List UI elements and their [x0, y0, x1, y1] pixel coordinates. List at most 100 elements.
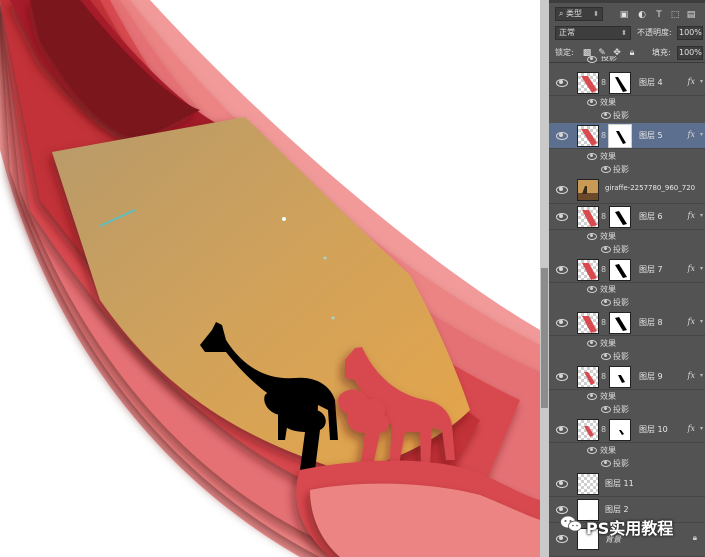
layer-name[interactable]: giraffe-2257780_960_720 [605, 184, 695, 192]
layer-row-4[interactable]: 8 图层 4 fx ▾ [549, 70, 705, 96]
eye-icon[interactable] [601, 166, 611, 173]
eye-icon[interactable] [587, 233, 597, 240]
layer-row-giraffe-image[interactable]: giraffe-2257780_960_720 [549, 177, 705, 204]
layer-mask-thumbnail[interactable] [609, 419, 631, 441]
image-filter-icon[interactable]: ▣ [619, 10, 629, 20]
eye-icon[interactable] [556, 78, 568, 87]
fx-icon[interactable]: fx [688, 130, 695, 139]
chevron-down-icon[interactable]: ▾ [700, 265, 703, 272]
filter-kind-label: 类型 [566, 9, 583, 18]
layer-name[interactable]: 图层 8 [639, 317, 663, 328]
layer-row-5[interactable]: 8 图层 5 fx ▾ [549, 123, 705, 149]
opacity-input[interactable]: 100% [677, 26, 703, 40]
eye-icon[interactable] [587, 286, 597, 293]
adjustment-filter-icon[interactable]: ◐ [637, 10, 647, 20]
eye-icon[interactable] [556, 131, 568, 140]
eye-icon[interactable] [587, 447, 597, 454]
fx-icon[interactable]: fx [688, 77, 695, 86]
eye-icon[interactable] [601, 246, 611, 253]
layer-mask-thumbnail[interactable] [609, 206, 631, 228]
layer-mask-thumbnail[interactable] [608, 124, 632, 148]
chevron-down-icon[interactable]: ▾ [700, 212, 703, 219]
effect-row[interactable]: 投影 [549, 109, 705, 122]
chevron-down-icon[interactable]: ▾ [700, 131, 703, 138]
eye-icon[interactable] [556, 425, 568, 434]
link-icon[interactable]: 8 [601, 78, 606, 87]
text-filter-icon[interactable]: T [654, 10, 664, 20]
fx-icon[interactable]: fx [688, 211, 695, 220]
effect-row[interactable]: 投影 [549, 403, 705, 416]
layer-mask-thumbnail[interactable] [609, 72, 631, 94]
layer-mask-thumbnail[interactable] [609, 259, 631, 281]
layer-name[interactable]: 图层 6 [639, 211, 663, 222]
eye-icon[interactable] [556, 479, 568, 488]
layer-thumbnail [577, 473, 599, 495]
eye-icon[interactable] [587, 56, 597, 63]
effects-row[interactable]: 效果 [549, 283, 705, 296]
eye-icon[interactable] [601, 406, 611, 413]
eye-icon[interactable] [601, 460, 611, 467]
eye-icon[interactable] [601, 299, 611, 306]
effect-label: 投影 [613, 165, 629, 174]
chevron-down-icon[interactable]: ▾ [700, 318, 703, 325]
effect-row[interactable]: 投影 [549, 163, 705, 176]
blend-mode-value: 正常 [559, 28, 575, 37]
scrollbar-thumb[interactable] [541, 268, 548, 408]
layer-name[interactable]: 图层 4 [639, 77, 663, 88]
effect-row[interactable]: 投影 [549, 243, 705, 256]
eye-icon[interactable] [587, 340, 597, 347]
canvas-scrollbar[interactable] [540, 0, 549, 557]
effects-row[interactable]: 效果 [549, 96, 705, 109]
chevron-down-icon[interactable]: ▾ [700, 372, 703, 379]
effects-row[interactable]: 效果 [549, 444, 705, 457]
fx-icon[interactable]: fx [688, 424, 695, 433]
effect-row-partial[interactable]: 投影 [549, 56, 705, 65]
effects-row[interactable]: 效果 [549, 390, 705, 403]
effect-row[interactable]: 投影 [549, 457, 705, 470]
layer-name[interactable]: 图层 9 [639, 371, 663, 382]
fx-icon[interactable]: fx [688, 371, 695, 380]
document-canvas[interactable] [0, 0, 540, 557]
layer-name[interactable]: 图层 10 [639, 424, 668, 435]
fx-icon[interactable]: fx [688, 264, 695, 273]
link-icon[interactable]: 8 [601, 212, 606, 221]
eye-icon[interactable] [556, 372, 568, 381]
layer-row-7[interactable]: 8 图层 7 fx ▾ [549, 257, 705, 283]
eye-icon[interactable] [556, 265, 568, 274]
layer-row-8[interactable]: 8 图层 8 fx ▾ [549, 310, 705, 336]
layer-row-9[interactable]: 8 图层 9 fx ▾ [549, 364, 705, 390]
eye-icon[interactable] [556, 212, 568, 221]
link-icon[interactable]: 8 [601, 372, 606, 381]
layer-row-11[interactable]: 图层 11 [549, 471, 705, 497]
filter-kind-dropdown[interactable]: ⌕ 类型 ⬍ [555, 7, 603, 21]
eye-icon[interactable] [587, 153, 597, 160]
layer-mask-thumbnail[interactable] [609, 312, 631, 334]
layer-row-6[interactable]: 8 图层 6 fx ▾ [549, 204, 705, 230]
effects-row[interactable]: 效果 [549, 337, 705, 350]
effects-row[interactable]: 效果 [549, 150, 705, 163]
shape-filter-icon[interactable]: ⬚ [670, 10, 680, 20]
link-icon[interactable]: 8 [601, 425, 606, 434]
effect-row[interactable]: 投影 [549, 296, 705, 309]
eye-icon[interactable] [587, 99, 597, 106]
layer-mask-thumbnail[interactable] [609, 366, 631, 388]
chevron-down-icon[interactable]: ▾ [700, 425, 703, 432]
link-icon[interactable]: 8 [601, 318, 606, 327]
layer-name[interactable]: 图层 5 [639, 130, 663, 141]
effects-row[interactable]: 效果 [549, 230, 705, 243]
link-icon[interactable]: 8 [601, 265, 606, 274]
link-icon[interactable]: 8 [601, 131, 606, 140]
fx-icon[interactable]: fx [688, 317, 695, 326]
blend-mode-dropdown[interactable]: 正常 ⬍ [555, 26, 631, 40]
smart-object-filter-icon[interactable]: ▤ [686, 10, 696, 20]
eye-icon[interactable] [556, 185, 568, 194]
layer-row-10[interactable]: 8 图层 10 fx ▾ [549, 417, 705, 443]
chevron-down-icon[interactable]: ▾ [700, 78, 703, 85]
effect-row[interactable]: 投影 [549, 350, 705, 363]
layer-name[interactable]: 图层 7 [639, 264, 663, 275]
eye-icon[interactable] [587, 393, 597, 400]
eye-icon[interactable] [601, 112, 611, 119]
layer-name[interactable]: 图层 11 [605, 478, 634, 489]
eye-icon[interactable] [601, 353, 611, 360]
eye-icon[interactable] [556, 318, 568, 327]
